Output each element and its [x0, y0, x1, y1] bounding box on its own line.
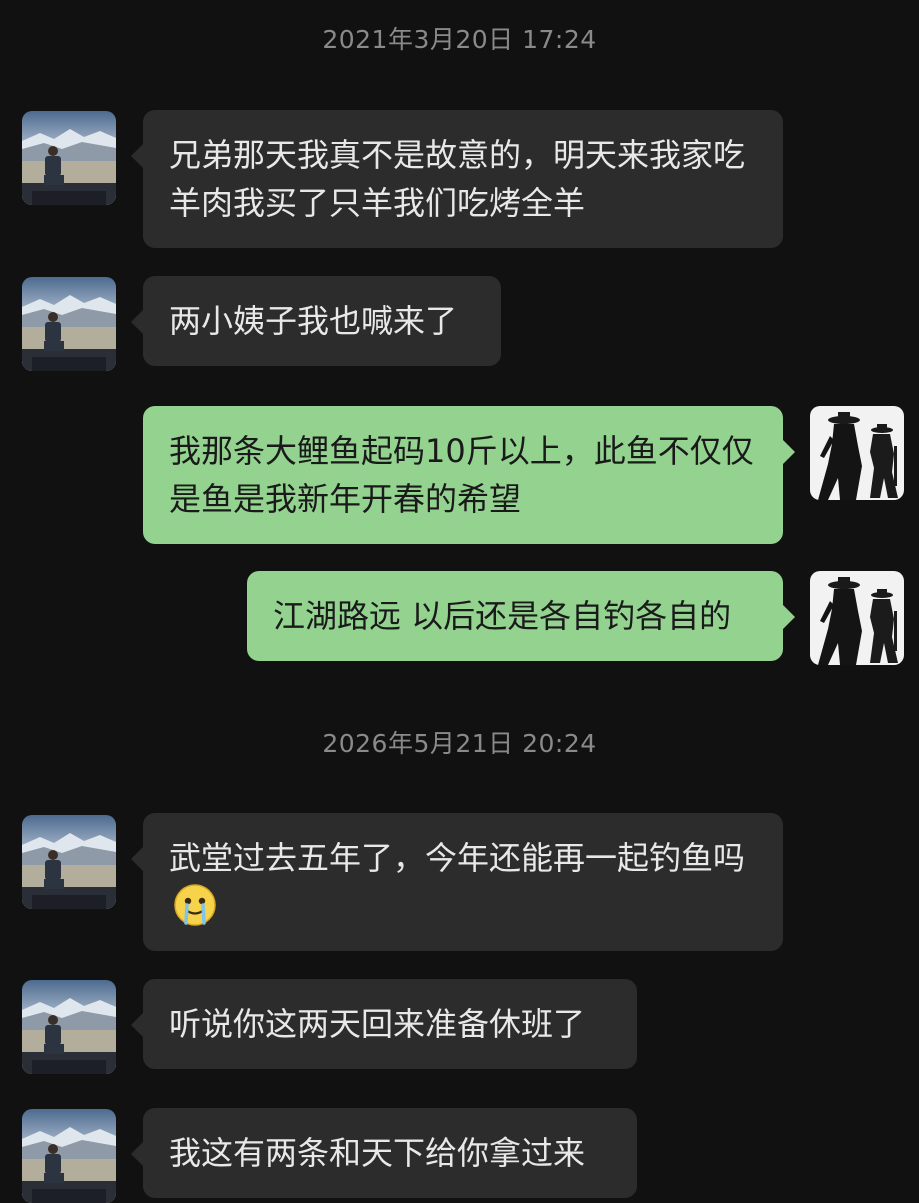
- message-bubble[interactable]: 江湖路远 以后还是各自钓各自的: [247, 571, 795, 661]
- timestamp: 2021年3月20日 17:24: [322, 25, 597, 54]
- my-avatar[interactable]: [810, 406, 904, 500]
- friend-avatar[interactable]: [22, 1109, 116, 1203]
- timestamp: 2026年5月21日 20:24: [322, 729, 597, 758]
- message-text: 两小姨子我也喊来了: [169, 302, 458, 340]
- message-text: 江湖路远 以后还是各自钓各自的: [273, 597, 732, 635]
- message-bubble[interactable]: 我这有两条和天下给你拿过来: [131, 1108, 637, 1198]
- message-text: 我这有两条和天下给你拿过来: [169, 1134, 586, 1172]
- friend-avatar[interactable]: [22, 815, 116, 909]
- message-bubble[interactable]: 兄弟那天我真不是故意的，明天来我家吃羊肉我买了只羊我们吃烤全羊: [131, 110, 783, 248]
- message-text: 听说你这两天回来准备休班了: [169, 1005, 586, 1043]
- message-bubble[interactable]: 武堂过去五年了，今年还能再一起钓鱼吗: [131, 813, 783, 951]
- message-bubble[interactable]: 我那条大鲤鱼起码10斤以上，此鱼不仅仅是鱼是我新年开春的希望: [143, 406, 795, 544]
- friend-avatar[interactable]: [22, 980, 116, 1074]
- message-text: 武堂过去五年了，今年还能再一起钓鱼吗: [169, 839, 746, 877]
- message-bubble[interactable]: 听说你这两天回来准备休班了: [131, 979, 637, 1069]
- message-text: 兄弟那天我真不是故意的，明天来我家吃羊肉我买了只羊我们吃烤全羊: [169, 136, 746, 222]
- friend-avatar[interactable]: [22, 277, 116, 371]
- message-bubble[interactable]: 两小姨子我也喊来了: [131, 276, 501, 366]
- my-avatar[interactable]: [810, 571, 904, 665]
- crying-smile-emoji-icon: [173, 883, 217, 927]
- message-text: 我那条大鲤鱼起码10斤以上，此鱼不仅仅是鱼是我新年开春的希望: [169, 432, 754, 518]
- friend-avatar[interactable]: [22, 111, 116, 205]
